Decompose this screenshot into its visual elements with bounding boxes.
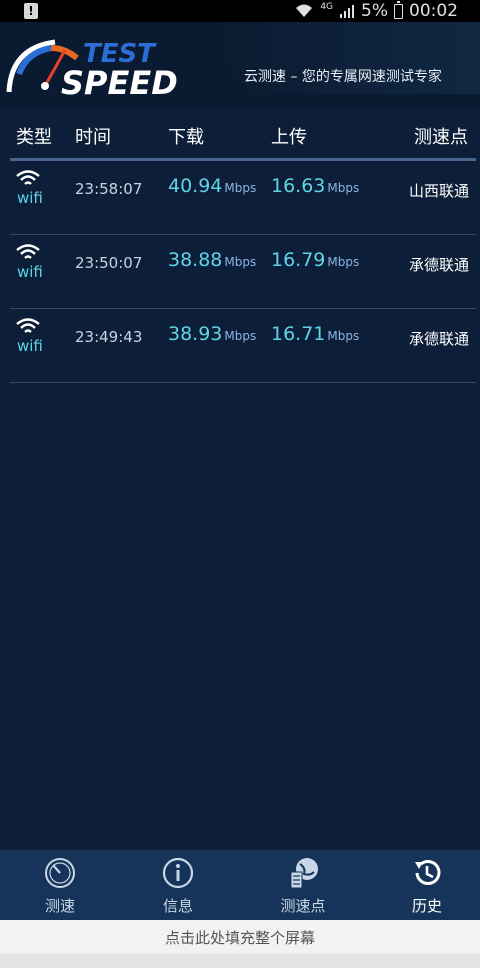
battery-icon bbox=[394, 0, 403, 19]
test-node: 承德联通 bbox=[408, 330, 469, 348]
tab-info[interactable]: 信息 bbox=[118, 850, 238, 920]
bottom-tab-bar: 测速 信息 测速点 历史 bbox=[0, 850, 480, 920]
connection-type: wifi bbox=[17, 337, 43, 355]
tab-label: 信息 bbox=[162, 897, 193, 915]
column-type: 类型 bbox=[16, 127, 52, 148]
history-row[interactable]: wifi 23:58:07 40.94 Mbps 16.63 Mbps 山西联通 bbox=[0, 161, 480, 235]
network-type: 4G bbox=[320, 2, 334, 12]
upload-speed: 16.71 Mbps bbox=[271, 323, 359, 345]
upload-value: 16.79 bbox=[271, 249, 326, 271]
download-value: 38.88 bbox=[168, 249, 223, 271]
status-bar: ! 4G 5% 00:02 bbox=[0, 0, 480, 22]
status-indicators: 4G 5% 00:02 bbox=[294, 0, 458, 22]
download-speed: 38.93 Mbps bbox=[168, 323, 256, 345]
tab-label: 测速 bbox=[44, 897, 75, 915]
battery-percent: 5% bbox=[361, 1, 388, 21]
wifi-icon bbox=[16, 244, 40, 259]
upload-unit: Mbps bbox=[327, 255, 360, 269]
logo-text-bottom: SPEED bbox=[61, 64, 178, 98]
test-node: 承德联通 bbox=[408, 256, 469, 274]
signal-icon bbox=[340, 5, 355, 18]
header-tagline: 云测速 – 您的专属网速测试专家 bbox=[244, 69, 442, 85]
tab-test-nodes[interactable]: 测速点 bbox=[243, 850, 363, 920]
test-node: 山西联通 bbox=[408, 182, 469, 200]
tab-history[interactable]: 历史 bbox=[367, 850, 480, 920]
upload-speed: 16.63 Mbps bbox=[271, 175, 359, 197]
status-time: 00:02 bbox=[409, 1, 458, 21]
tab-label: 测速点 bbox=[280, 897, 326, 915]
connection-type: wifi bbox=[17, 189, 43, 207]
download-speed: 40.94 Mbps bbox=[168, 175, 256, 197]
download-unit: Mbps bbox=[224, 329, 257, 343]
history-table-header: 类型 时间 下载 上传 测速点 bbox=[0, 110, 480, 158]
tab-speed-test[interactable]: 测速 bbox=[0, 850, 120, 920]
test-speed-logo: TEST SPEED bbox=[6, 39, 178, 98]
column-download: 下载 bbox=[168, 127, 204, 148]
test-time: 23:50:07 bbox=[75, 254, 143, 272]
history-icon bbox=[415, 860, 441, 885]
bottom-strip bbox=[0, 954, 480, 968]
download-speed: 38.88 Mbps bbox=[168, 249, 256, 271]
globe-server-icon bbox=[290, 858, 318, 889]
row-divider bbox=[10, 382, 476, 383]
download-value: 38.93 bbox=[168, 323, 223, 345]
upload-unit: Mbps bbox=[327, 181, 360, 195]
column-time: 时间 bbox=[75, 127, 111, 148]
connection-type: wifi bbox=[17, 263, 43, 281]
column-node: 测速点 bbox=[414, 127, 468, 148]
history-row[interactable]: wifi 23:50:07 38.88 Mbps 16.79 Mbps 承德联通 bbox=[0, 235, 480, 309]
download-unit: Mbps bbox=[224, 255, 257, 269]
upload-speed: 16.79 Mbps bbox=[271, 249, 359, 271]
download-unit: Mbps bbox=[224, 181, 257, 195]
upload-value: 16.71 bbox=[271, 323, 326, 345]
tab-label: 历史 bbox=[411, 897, 442, 915]
test-time: 23:58:07 bbox=[75, 180, 143, 198]
history-row[interactable]: wifi 23:49:43 38.93 Mbps 16.71 Mbps 承德联通 bbox=[0, 309, 480, 383]
warning-icon: ! bbox=[24, 3, 38, 19]
upload-value: 16.63 bbox=[271, 175, 326, 197]
ad-banner[interactable]: 点击此处填充整个屏幕 bbox=[0, 920, 480, 954]
test-time: 23:49:43 bbox=[75, 328, 143, 346]
upload-unit: Mbps bbox=[327, 329, 360, 343]
info-icon bbox=[162, 857, 194, 889]
wifi-icon bbox=[16, 170, 40, 185]
wifi-icon bbox=[16, 318, 40, 333]
wifi-status-icon bbox=[296, 4, 313, 17]
column-upload: 上传 bbox=[271, 127, 307, 148]
download-value: 40.94 bbox=[168, 175, 223, 197]
speedometer-icon bbox=[45, 858, 75, 888]
